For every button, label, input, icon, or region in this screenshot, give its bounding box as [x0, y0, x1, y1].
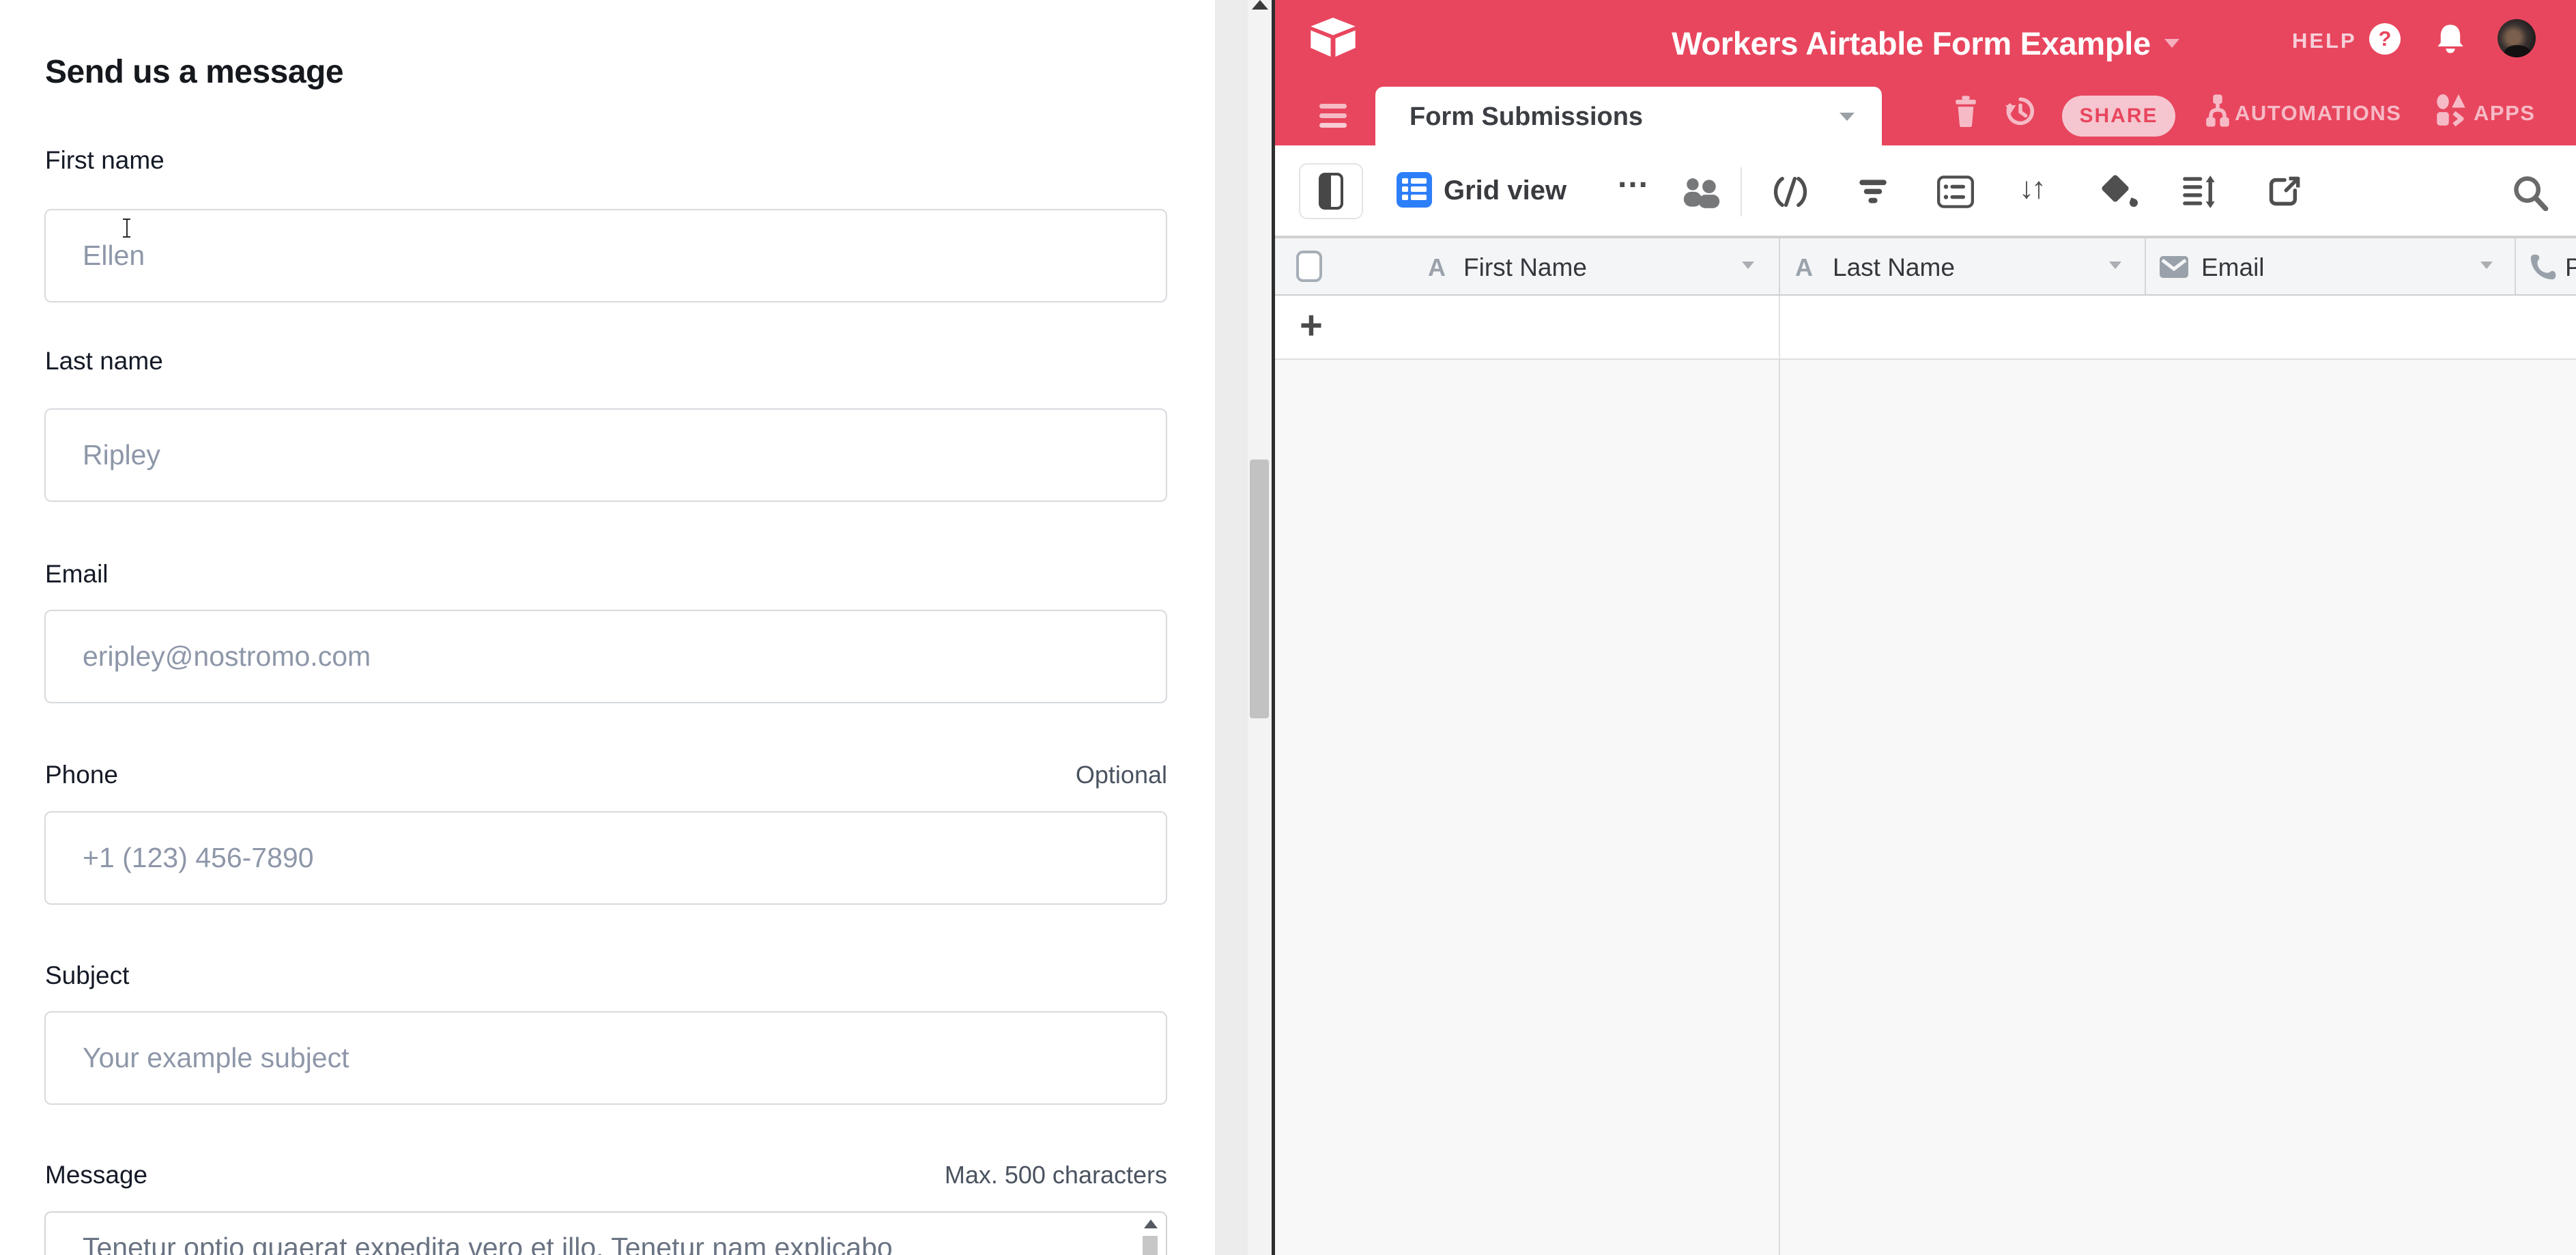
hide-fields-icon[interactable] [1771, 174, 1810, 210]
column-header-first-name[interactable]: First Name [1463, 253, 1587, 282]
column-separator [1779, 296, 1780, 358]
phone-field-type-icon [2528, 252, 2558, 282]
textarea-scrollbar-thumb[interactable] [1143, 1236, 1158, 1255]
last-name-label: Last name [45, 347, 163, 376]
user-avatar[interactable] [2498, 19, 2536, 57]
column-caret-icon[interactable] [1742, 262, 1754, 269]
apps-button[interactable]: APPS [2474, 101, 2535, 126]
text-field-type-icon: A [1795, 253, 1813, 282]
email-field-type-icon [2160, 256, 2188, 278]
help-button[interactable]: HELP [2292, 29, 2357, 53]
last-name-input[interactable] [44, 408, 1167, 502]
share-button[interactable]: SHARE [2062, 96, 2175, 137]
column-header-last-name[interactable]: Last Name [1833, 253, 1955, 282]
column-header-phone[interactable]: Phone [2565, 253, 2576, 282]
collaborators-icon[interactable] [1679, 177, 1724, 210]
help-question-icon[interactable]: ? [2369, 23, 2401, 55]
subject-input[interactable] [44, 1011, 1167, 1105]
sidebar-panel-icon [1319, 173, 1343, 210]
sort-icon[interactable]: ↓↑ [2019, 171, 2044, 206]
phone-label: Phone [45, 761, 118, 789]
form-title: Send us a message [45, 53, 343, 91]
email-input[interactable] [44, 610, 1167, 703]
view-name[interactable]: Grid view [1444, 175, 1566, 206]
fill-color-icon[interactable] [2101, 174, 2130, 203]
column-header-email[interactable]: Email [2201, 253, 2265, 282]
base-title[interactable]: Workers Airtable Form Example [1672, 25, 2151, 62]
column-separator[interactable] [2515, 238, 2516, 294]
automations-button[interactable]: AUTOMATIONS [2235, 101, 2401, 126]
text-cursor-icon [121, 218, 132, 238]
phone-optional-hint: Optional [1076, 761, 1167, 789]
table-tab-label: Form Submissions [1409, 102, 1643, 132]
notifications-bell-icon[interactable] [2435, 23, 2465, 55]
view-toolbar: Grid view … ↓↑ [1275, 145, 2576, 237]
column-separator[interactable] [1779, 238, 1780, 294]
share-button-label: SHARE [2079, 104, 2158, 128]
column-separator[interactable] [2145, 238, 2146, 294]
history-icon[interactable] [2004, 96, 2037, 128]
row-height-icon[interactable] [2181, 175, 2217, 208]
subject-label: Subject [45, 961, 129, 990]
first-name-input[interactable] [44, 209, 1167, 302]
column-caret-icon[interactable] [2109, 262, 2121, 269]
apps-icon[interactable] [2435, 94, 2467, 127]
fill-color-drop-icon [2128, 197, 2138, 208]
group-icon[interactable] [1937, 175, 1974, 208]
trash-icon[interactable] [1954, 96, 1977, 127]
message-maxchars-hint: Max. 500 characters [945, 1161, 1167, 1189]
airtable-pane: Workers Airtable Form Example HELP ? For… [1272, 0, 2576, 1255]
add-row-plus-icon[interactable]: + [1300, 302, 1323, 348]
toolbar-divider [1741, 167, 1742, 216]
table-tab-form-submissions[interactable]: Form Submissions [1375, 87, 1882, 147]
automations-icon[interactable] [2205, 93, 2231, 128]
column-separator [1779, 360, 1780, 1255]
scrollbar-up-arrow-icon[interactable] [1252, 0, 1268, 10]
base-title-caret-icon[interactable] [2164, 39, 2179, 48]
add-row-row[interactable]: + [1275, 296, 2576, 360]
filter-icon[interactable] [1858, 178, 1888, 206]
first-name-label: First name [45, 146, 164, 175]
pane-divider [1215, 0, 1272, 1255]
table-header-row: A First Name A Last Name Email Phone [1275, 237, 2576, 296]
select-all-checkbox[interactable] [1296, 251, 1322, 282]
text-field-type-icon: A [1428, 253, 1446, 282]
grid-view-icon[interactable] [1397, 172, 1432, 208]
email-label: Email [45, 560, 109, 589]
view-sidebar-toggle-button[interactable] [1299, 163, 1363, 219]
phone-input[interactable] [44, 811, 1167, 905]
message-label: Message [45, 1161, 147, 1189]
search-icon[interactable] [2512, 174, 2550, 211]
table-tab-caret-icon [1840, 113, 1855, 121]
share-view-icon[interactable] [2267, 175, 2301, 208]
scroll-up-icon[interactable] [1144, 1219, 1158, 1228]
airtable-header: Workers Airtable Form Example HELP ? For… [1275, 0, 2576, 145]
contact-form-pane: Send us a message First name Last name E… [0, 0, 1215, 1255]
view-options-ellipsis-button[interactable]: … [1616, 158, 1649, 195]
sidebar-menu-icon[interactable] [1319, 104, 1347, 128]
page-scrollbar-thumb[interactable] [1250, 460, 1269, 718]
column-caret-icon[interactable] [2480, 262, 2493, 269]
textarea-scrollbar[interactable] [1141, 1218, 1160, 1255]
message-textarea[interactable]: Tenetur optio quaerat expedita vero et i… [44, 1211, 1167, 1255]
